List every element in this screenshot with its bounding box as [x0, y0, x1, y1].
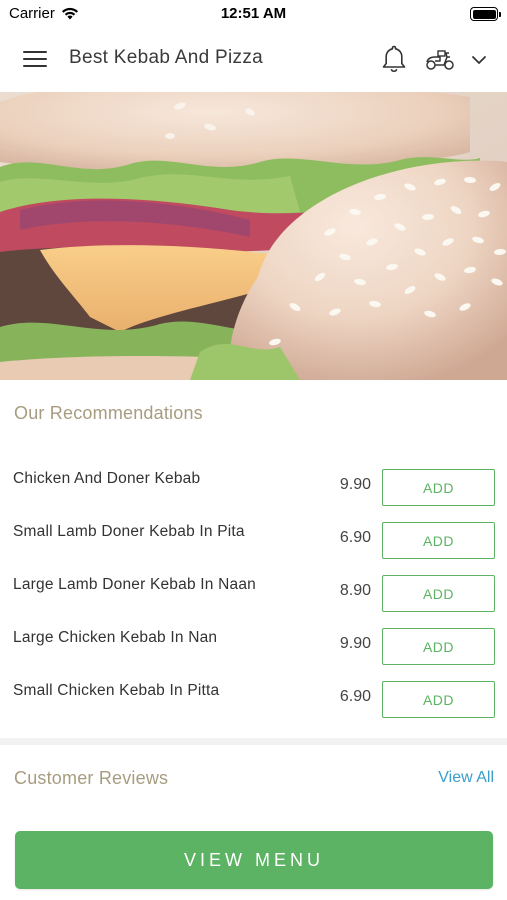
menu-icon[interactable] [23, 51, 47, 69]
customer-reviews-title: Customer Reviews [14, 768, 169, 788]
view-menu-button[interactable]: VIEW MENU [15, 831, 493, 889]
item-price: 6.90 [339, 529, 371, 546]
item-name: Large Chicken Kebab In Nan [13, 629, 218, 646]
list-item: Chicken And Doner Kebab 9.90 ADD [0, 460, 507, 513]
item-price: 6.90 [339, 688, 371, 705]
status-bar: Carrier 12:51 AM [0, 0, 507, 28]
restaurant-title: Best Kebab And Pizza [69, 47, 264, 68]
add-button[interactable]: ADD [382, 469, 495, 506]
list-item: Large Chicken Kebab In Nan 9.90 ADD [0, 619, 507, 672]
item-name: Small Chicken Kebab In Pitta [13, 682, 220, 699]
recommendations-list: Chicken And Doner Kebab 9.90 ADD Small L… [0, 460, 507, 725]
item-name: Chicken And Doner Kebab [13, 470, 201, 487]
burger-photo [0, 92, 507, 380]
list-item: Small Chicken Kebab In Pitta 6.90 ADD [0, 672, 507, 725]
scooter-icon[interactable] [424, 48, 456, 72]
bell-icon[interactable] [381, 44, 407, 74]
battery-icon [470, 7, 501, 21]
list-item: Large Lamb Doner Kebab In Naan 8.90 ADD [0, 566, 507, 619]
item-name: Large Lamb Doner Kebab In Naan [13, 576, 256, 593]
hero-burger-image [0, 92, 507, 380]
status-time: 12:51 AM [220, 5, 287, 22]
item-price: 8.90 [339, 582, 371, 599]
add-button[interactable]: ADD [382, 628, 495, 665]
add-button[interactable]: ADD [382, 681, 495, 718]
app-header: Best Kebab And Pizza [0, 28, 507, 92]
item-name: Small Lamb Doner Kebab In Pita [13, 523, 245, 540]
item-price: 9.90 [339, 476, 371, 493]
chevron-down-icon[interactable] [470, 52, 488, 68]
list-item: Small Lamb Doner Kebab In Pita 6.90 ADD [0, 513, 507, 566]
add-button[interactable]: ADD [382, 575, 495, 612]
view-all-link[interactable]: View All [438, 769, 494, 787]
item-price: 9.90 [339, 635, 371, 652]
recommendations-title: Our Recommendations [14, 403, 203, 423]
section-divider [0, 738, 507, 745]
add-button[interactable]: ADD [382, 522, 495, 559]
